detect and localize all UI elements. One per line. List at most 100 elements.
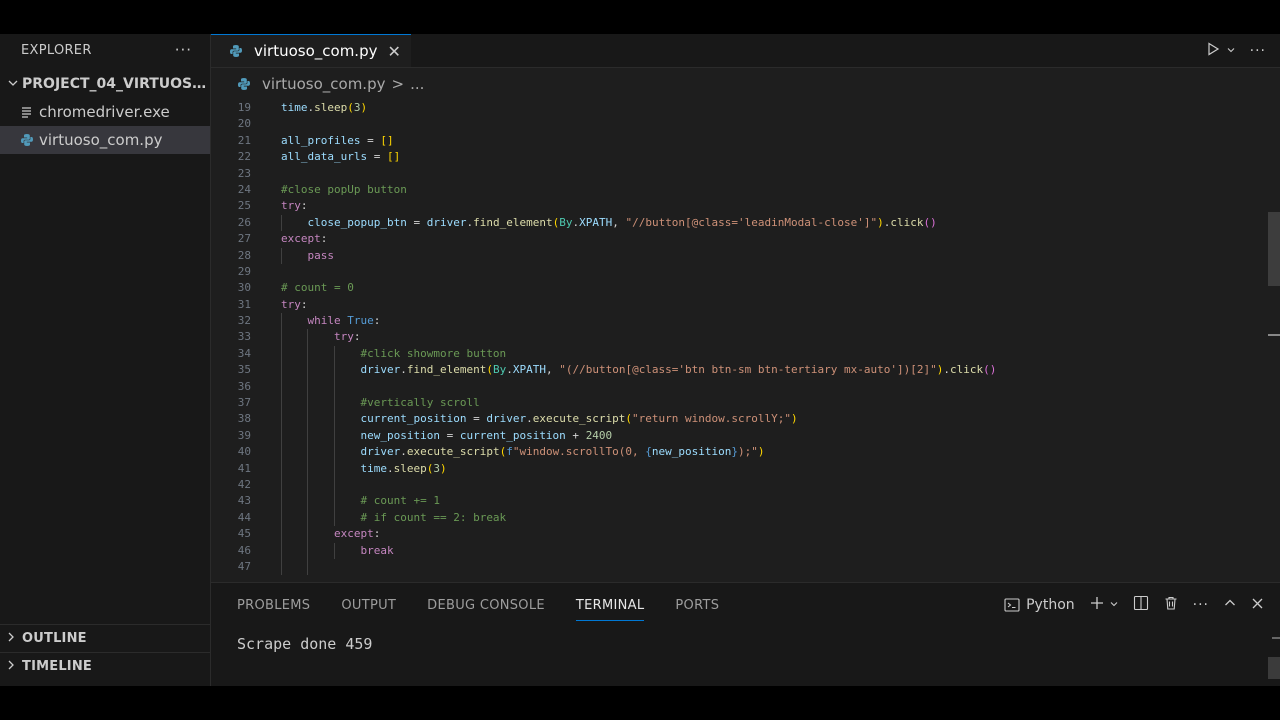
indent-guide <box>307 493 309 510</box>
bottom-panel: PROBLEMS OUTPUT DEBUG CONSOLE TERMINAL P… <box>211 582 1280 686</box>
terminal-output[interactable]: Scrape done 459 <box>211 635 1280 653</box>
indent-guide <box>333 378 335 396</box>
tab-problems[interactable]: PROBLEMS <box>237 583 310 627</box>
indent-guide <box>281 411 282 428</box>
breadcrumb-symbol[interactable]: ... <box>410 75 424 93</box>
line-number: 20 <box>237 117 251 131</box>
tab-virtuoso-com[interactable]: virtuoso_com.py ✕ <box>211 34 411 67</box>
indent-guide <box>281 444 282 461</box>
chevron-up-icon[interactable] <box>1223 596 1237 614</box>
line-number: 27 <box>237 232 251 246</box>
indent-guide <box>307 476 309 494</box>
line-number: 37 <box>237 396 251 410</box>
tab-terminal[interactable]: TERMINAL <box>575 583 645 627</box>
line-number: 36 <box>237 379 251 393</box>
split-terminal-icon[interactable] <box>1133 595 1149 615</box>
indent-guide <box>281 345 282 363</box>
line-number: 24 <box>237 182 251 196</box>
line-number: 45 <box>237 527 251 541</box>
breadcrumb: virtuoso_com.py > ... <box>211 68 1280 100</box>
tab-debug-console[interactable]: DEBUG CONSOLE <box>427 583 545 627</box>
indent-guide <box>281 542 282 559</box>
editor-scrollbar[interactable] <box>1268 212 1280 286</box>
section-outline-label: OUTLINE <box>22 631 87 646</box>
section-timeline-label: TIMELINE <box>22 659 93 674</box>
terminal-scroll-arrow[interactable] <box>1272 637 1280 639</box>
indent-guide <box>307 395 309 412</box>
python-icon <box>20 133 34 147</box>
chevron-down-icon[interactable] <box>1109 597 1119 613</box>
more-actions-icon[interactable]: ··· <box>1250 43 1266 59</box>
indent-guide <box>281 362 282 379</box>
indent-guide <box>307 427 309 445</box>
more-actions-icon[interactable]: ··· <box>175 41 192 59</box>
indent-guide <box>307 460 309 477</box>
section-outline[interactable]: OUTLINE <box>0 624 210 652</box>
line-number: 21 <box>237 133 251 147</box>
trash-icon[interactable] <box>1163 595 1179 615</box>
code-line <box>281 378 996 396</box>
code-line: #click showmore button <box>281 345 996 363</box>
indent-guide <box>281 493 282 510</box>
close-icon[interactable] <box>1251 597 1264 614</box>
sidebar-sections: OUTLINE TIMELINE <box>0 624 210 680</box>
indent-guide <box>281 558 282 576</box>
code-line: # count += 1 <box>281 493 996 510</box>
indent-guide <box>307 329 309 346</box>
tab-output[interactable]: OUTPUT <box>341 583 396 627</box>
section-timeline[interactable]: TIMELINE <box>0 652 210 680</box>
project-folder-row[interactable]: PROJECT_04_VIRTUOSO D... <box>0 70 210 98</box>
code-line: current_position = driver.execute_script… <box>281 411 996 428</box>
line-number-gutter: 19 20 21 22 23 24 25 26 27 28 29 30 31 3… <box>211 100 251 575</box>
code-line: close_popup_btn = driver.find_element(By… <box>281 214 996 232</box>
line-number: 31 <box>237 297 251 311</box>
indent-guide <box>307 509 309 527</box>
line-number: 19 <box>237 101 251 114</box>
code-line: #close popUp button <box>281 182 407 196</box>
tab-ports[interactable]: PORTS <box>675 583 719 627</box>
file-item-label: virtuoso_com.py <box>39 131 163 149</box>
code-line: try: <box>281 297 308 311</box>
more-actions-icon[interactable]: ··· <box>1193 597 1209 613</box>
panel-tab-bar: PROBLEMS OUTPUT DEBUG CONSOLE TERMINAL P… <box>211 583 1280 627</box>
code-line: try: <box>281 329 996 346</box>
line-number: 32 <box>237 314 251 328</box>
code-line: except: <box>281 232 328 246</box>
project-folder-name: PROJECT_04_VIRTUOSO D... <box>22 76 208 92</box>
file-item-virtuoso-com[interactable]: virtuoso_com.py <box>0 126 210 154</box>
line-number: 34 <box>237 346 251 360</box>
line-number: 47 <box>237 559 251 573</box>
line-number: 40 <box>237 445 251 459</box>
indent-guide <box>333 395 335 412</box>
code-line: #vertically scroll <box>281 395 996 412</box>
plus-icon[interactable] <box>1089 595 1105 615</box>
code-line: # count = 0 <box>281 281 354 295</box>
line-number: 29 <box>237 264 251 278</box>
python-icon <box>229 44 243 58</box>
code-line: driver.execute_script(f"window.scrollTo(… <box>281 444 996 461</box>
run-icon[interactable] <box>1206 42 1220 60</box>
indent-guide <box>307 362 309 379</box>
code-line <box>281 476 996 494</box>
chevron-down-icon[interactable] <box>1226 43 1236 59</box>
line-number: 30 <box>237 281 251 295</box>
file-item-chromedriver[interactable]: chromedriver.exe <box>0 98 210 126</box>
close-icon[interactable]: ✕ <box>387 42 400 61</box>
line-number: 46 <box>237 543 251 557</box>
indent-guide <box>281 329 282 346</box>
code-line: all_data_urls = [] <box>281 150 401 164</box>
code-editor[interactable]: 19 20 21 22 23 24 25 26 27 28 29 30 31 3… <box>211 100 1280 582</box>
chevron-right-icon <box>4 631 18 646</box>
indent-guide <box>281 476 282 494</box>
line-number: 26 <box>237 215 251 229</box>
explorer-sidebar: EXPLORER ··· PROJECT_04_VIRTUOSO D... ch… <box>0 34 211 686</box>
line-number: 44 <box>237 510 251 524</box>
breadcrumb-file[interactable]: virtuoso_com.py <box>262 75 385 93</box>
indent-guide <box>333 444 335 461</box>
terminal-scrollbar[interactable] <box>1268 657 1280 679</box>
editor-tab-bar: virtuoso_com.py ✕ ··· <box>211 34 1280 68</box>
terminal-icon[interactable]: Python <box>1004 597 1075 613</box>
code-line: while True: <box>281 313 996 330</box>
